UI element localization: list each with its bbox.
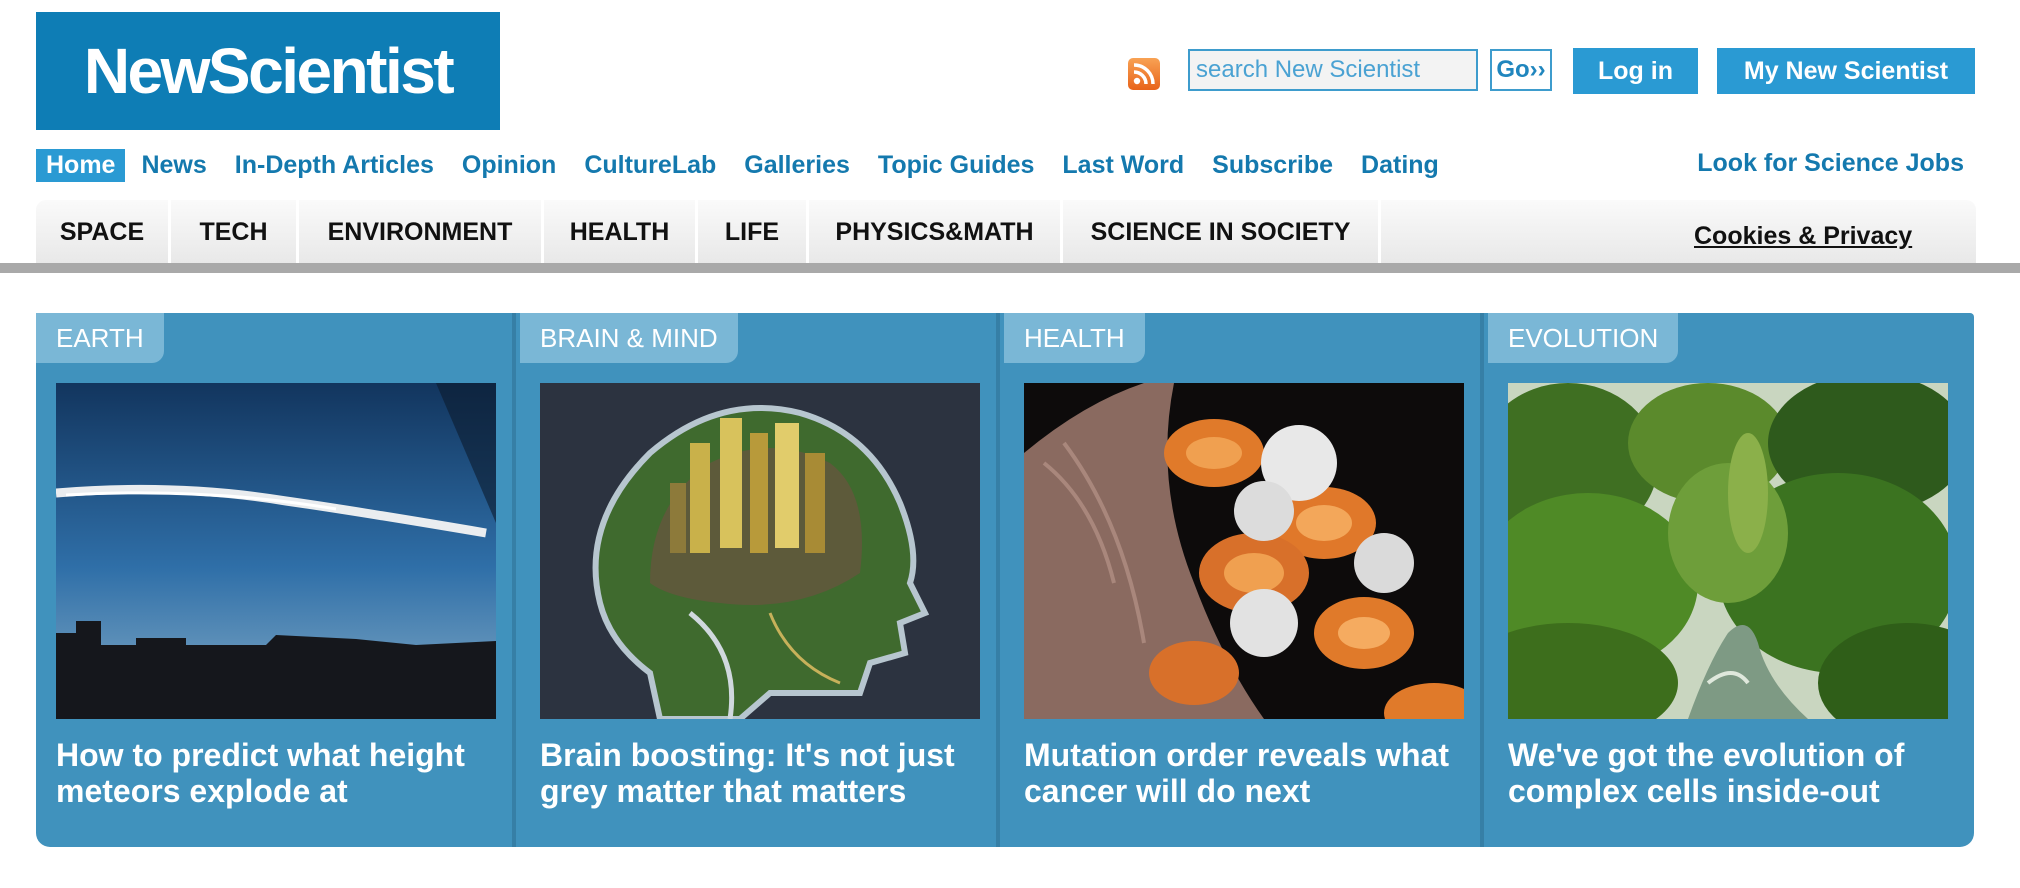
nav-home[interactable]: Home [36, 148, 126, 182]
rainforest-image[interactable] [1508, 383, 1948, 719]
main-nav: Home News In-Depth Articles Opinion Cult… [36, 147, 1467, 183]
feature-tag[interactable]: EVOLUTION [1488, 313, 1679, 363]
feature-card-earth[interactable]: EARTH How to predict what height meteors… [36, 313, 516, 847]
header-divider [0, 263, 2020, 273]
nav-culturelab[interactable]: CultureLab [584, 151, 716, 180]
feature-headline[interactable]: How to predict what height meteors explo… [56, 737, 506, 809]
meteor-image[interactable] [56, 383, 496, 719]
category-life[interactable]: LIFE [698, 200, 809, 264]
blood-cells-image[interactable] [1024, 383, 1464, 719]
category-space[interactable]: SPACE [36, 200, 171, 264]
nav-last-word[interactable]: Last Word [1062, 151, 1184, 180]
category-health[interactable]: HEALTH [544, 200, 698, 264]
feature-headline[interactable]: We've got the evolution of complex cells… [1508, 737, 1958, 809]
nav-dating[interactable]: Dating [1361, 151, 1439, 180]
nav-galleries[interactable]: Galleries [744, 151, 850, 180]
category-bar: SPACE TECH ENVIRONMENT HEALTH LIFE PHYSI… [36, 200, 1976, 264]
category-tech[interactable]: TECH [171, 200, 299, 264]
feature-card-evolution[interactable]: EVOLUTION We've got the evolution of com… [1488, 313, 1968, 847]
category-physics-math[interactable]: PHYSICS&MATH [809, 200, 1063, 264]
category-science-in-society[interactable]: SCIENCE IN SOCIETY [1063, 200, 1381, 264]
brain-city-image[interactable] [540, 383, 980, 719]
site-logo[interactable]: NewScientist [36, 12, 500, 130]
card-divider [996, 313, 1000, 847]
feature-tag[interactable]: EARTH [36, 313, 164, 363]
feature-tag[interactable]: HEALTH [1004, 313, 1145, 363]
card-divider [512, 313, 516, 847]
feature-tag[interactable]: BRAIN & MIND [520, 313, 738, 363]
logo-text: NewScientist [83, 35, 455, 107]
nav-news[interactable]: News [141, 151, 206, 180]
feature-card-brain-mind[interactable]: BRAIN & MIND Brain boosting: It's not ju… [520, 313, 1000, 847]
feature-card-health[interactable]: HEALTH Mutation order reveals what cance… [1004, 313, 1484, 847]
card-divider [1480, 313, 1484, 847]
feature-headline[interactable]: Mutation order reveals what cancer will … [1024, 737, 1474, 809]
nav-opinion[interactable]: Opinion [462, 151, 556, 180]
search-input[interactable]: search New Scientist [1188, 49, 1478, 91]
feature-headline[interactable]: Brain boosting: It's not just grey matte… [540, 737, 990, 809]
login-button[interactable]: Log in [1573, 48, 1698, 94]
science-jobs-link[interactable]: Look for Science Jobs [1697, 149, 1964, 178]
nav-topic-guides[interactable]: Topic Guides [878, 151, 1035, 180]
nav-subscribe[interactable]: Subscribe [1212, 151, 1333, 180]
nav-in-depth-articles[interactable]: In-Depth Articles [235, 151, 434, 180]
my-new-scientist-button[interactable]: My New Scientist [1717, 48, 1975, 94]
search-go-button[interactable]: Go›› [1490, 49, 1552, 91]
cookies-privacy-link[interactable]: Cookies & Privacy [1694, 222, 1912, 251]
rss-icon[interactable] [1128, 58, 1160, 90]
featured-stories: EARTH How to predict what height meteors… [36, 313, 1974, 847]
category-environment[interactable]: ENVIRONMENT [299, 200, 544, 264]
